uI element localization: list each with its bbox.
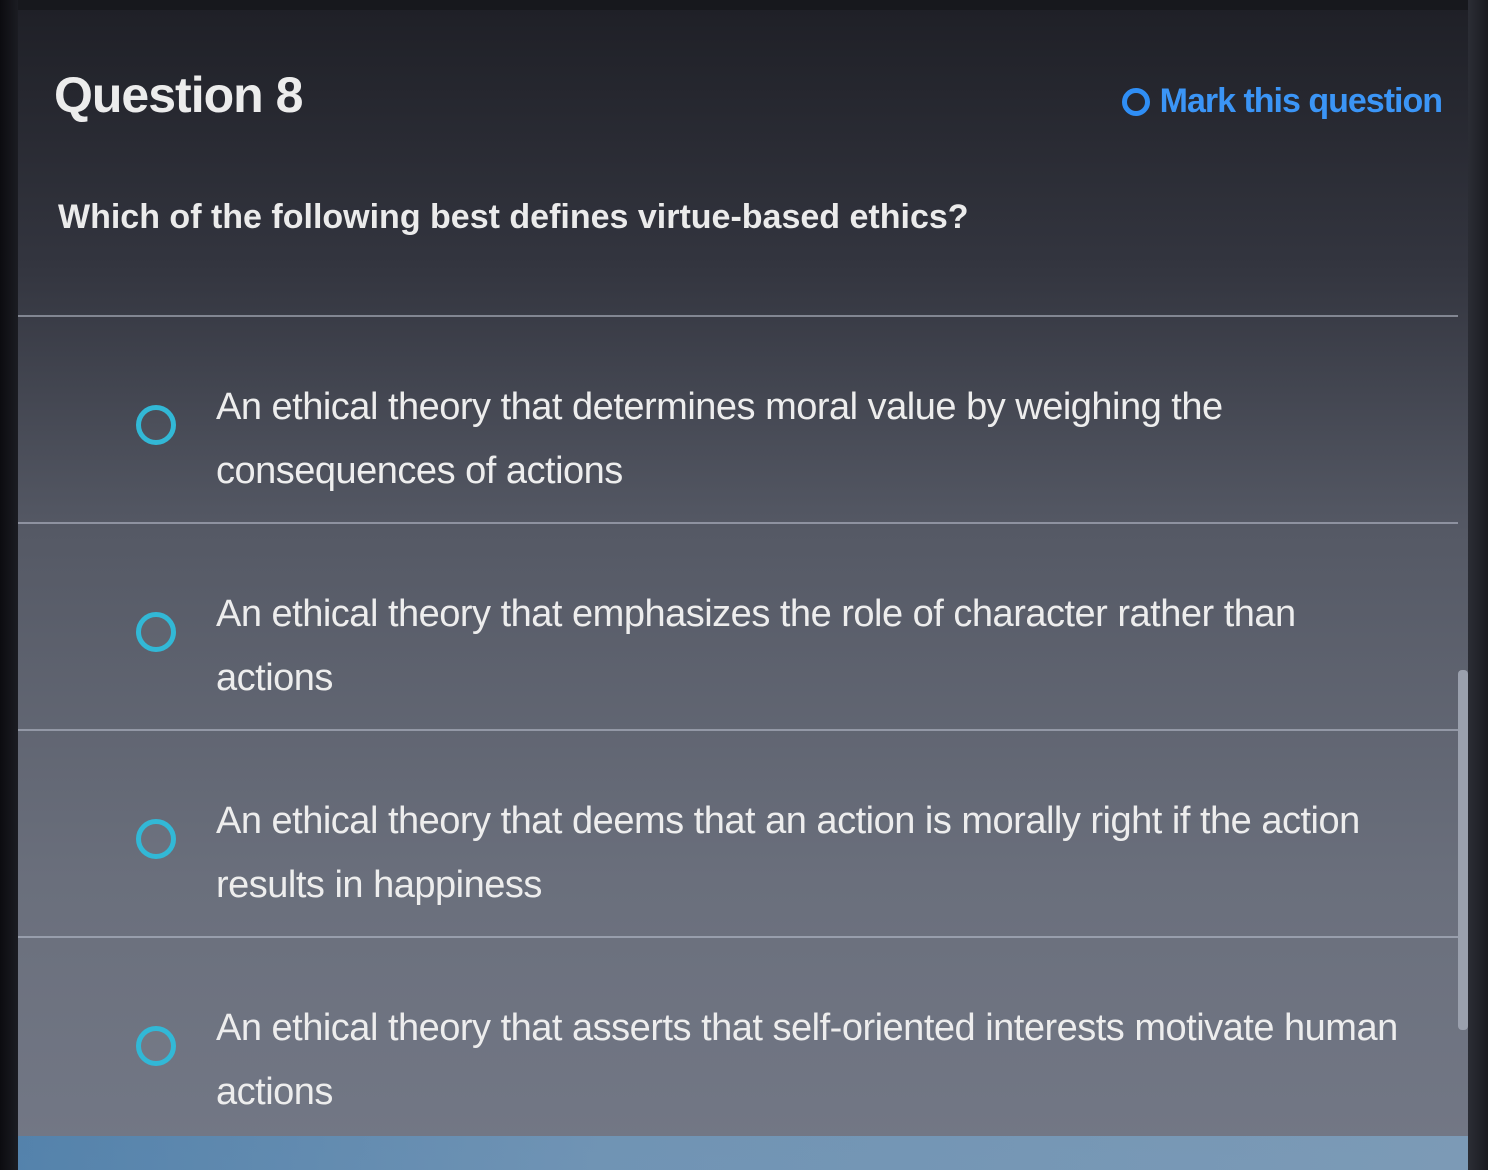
- mark-question-button[interactable]: Mark this question: [1121, 82, 1443, 121]
- radio-button-icon[interactable]: [136, 612, 176, 652]
- answer-option-text: An ethical theory that deems that an act…: [216, 800, 1360, 906]
- circle-outline-icon: [1121, 87, 1150, 116]
- answer-option-2[interactable]: An ethical theory that emphasizes the ro…: [18, 524, 1458, 729]
- answer-options: An ethical theory that determines moral …: [18, 315, 1458, 1143]
- answer-option-4[interactable]: An ethical theory that asserts that self…: [18, 938, 1458, 1143]
- question-header: Question 8 Mark this question: [54, 60, 1444, 140]
- radio-button-icon[interactable]: [136, 1026, 176, 1066]
- radio-button-icon[interactable]: [136, 405, 176, 445]
- scrollbar[interactable]: [1458, 670, 1468, 1030]
- question-title: Question 8: [54, 67, 303, 123]
- answer-option-1[interactable]: An ethical theory that determines moral …: [18, 317, 1458, 522]
- monitor-bezel-right: [1468, 0, 1488, 1170]
- bottom-bar: [18, 1136, 1468, 1170]
- monitor-bezel-left: [0, 0, 18, 1170]
- question-prompt: Which of the following best defines virt…: [58, 198, 969, 236]
- answer-option-text: An ethical theory that asserts that self…: [216, 1007, 1398, 1113]
- answer-option-3[interactable]: An ethical theory that deems that an act…: [18, 731, 1458, 936]
- quiz-screen: Question 8 Mark this question Which of t…: [18, 10, 1468, 1170]
- answer-option-text: An ethical theory that emphasizes the ro…: [216, 593, 1296, 699]
- answer-option-text: An ethical theory that determines moral …: [216, 386, 1223, 492]
- mark-question-label: Mark this question: [1159, 82, 1443, 120]
- radio-button-icon[interactable]: [136, 819, 176, 859]
